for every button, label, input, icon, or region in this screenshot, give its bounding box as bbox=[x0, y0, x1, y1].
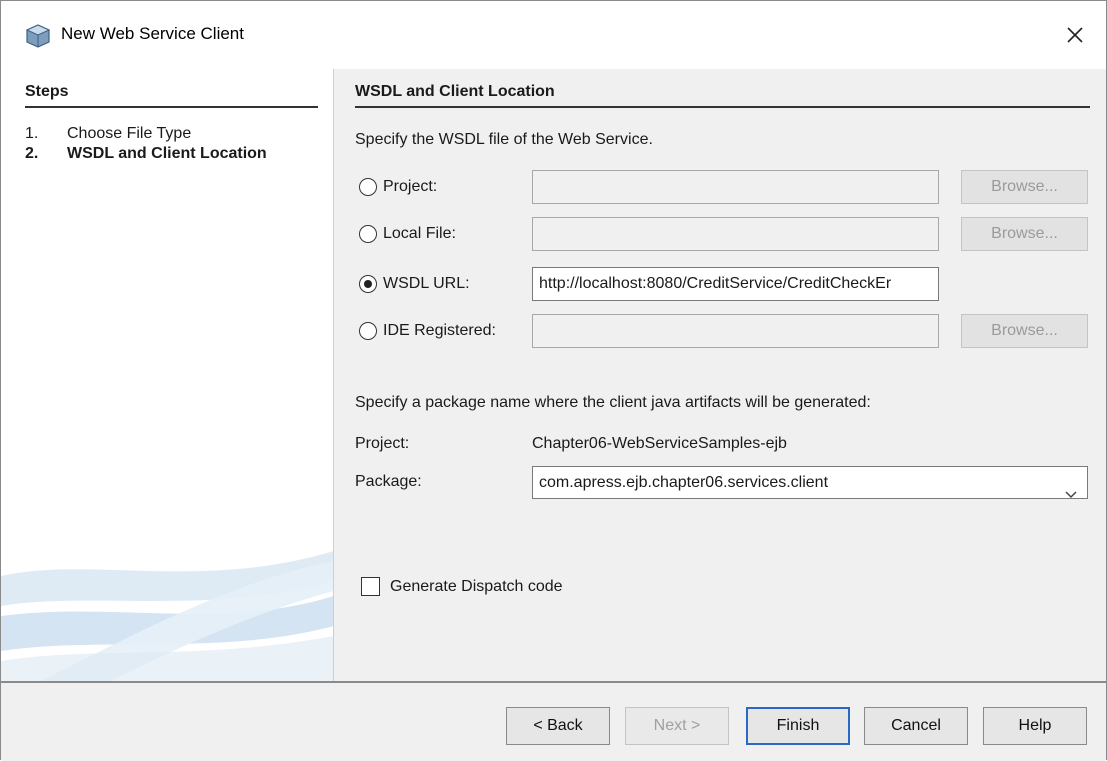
ide-registered-field bbox=[532, 314, 939, 348]
wsdl-description: Specify the WSDL file of the Web Service… bbox=[355, 131, 653, 148]
radio-button-selected[interactable] bbox=[359, 275, 377, 293]
wsdl-url-input[interactable]: http://localhost:8080/CreditService/Cred… bbox=[532, 267, 939, 301]
steps-list: 1. Choose File Type 2. WSDL and Client L… bbox=[25, 124, 267, 164]
decorative-swoosh-graphic bbox=[1, 551, 333, 681]
step-number: 2. bbox=[25, 145, 39, 162]
radio-button[interactable] bbox=[359, 322, 377, 340]
radio-dot-icon bbox=[364, 280, 372, 288]
radio-label: Project: bbox=[383, 178, 438, 195]
browse-project-button: Browse... bbox=[961, 170, 1088, 204]
netbeans-cube-icon bbox=[25, 23, 51, 49]
radio-button[interactable] bbox=[359, 178, 377, 196]
button-bar: < Back Next > Finish Cancel Help bbox=[1, 681, 1106, 761]
wizard-content: WSDL and Client Location Specify the WSD… bbox=[335, 69, 1106, 681]
steps-panel: Steps 1. Choose File Type 2. WSDL and Cl… bbox=[1, 69, 334, 681]
back-button[interactable]: < Back bbox=[506, 707, 610, 745]
dispatch-code-option[interactable]: Generate Dispatch code bbox=[361, 577, 563, 596]
cancel-button[interactable]: Cancel bbox=[864, 707, 968, 745]
close-icon bbox=[1067, 27, 1083, 43]
finish-button[interactable]: Finish bbox=[746, 707, 850, 745]
step-item-current: 2. WSDL and Client Location bbox=[25, 144, 267, 164]
radio-label: IDE Registered: bbox=[383, 322, 496, 339]
window-title: New Web Service Client bbox=[61, 24, 244, 43]
steps-heading: Steps bbox=[25, 83, 318, 108]
step-label: Choose File Type bbox=[67, 125, 192, 142]
radio-label: Local File: bbox=[383, 225, 456, 242]
browse-ide-registered-button: Browse... bbox=[961, 314, 1088, 348]
checkbox-label: Generate Dispatch code bbox=[390, 577, 563, 595]
radio-local-file[interactable]: Local File: bbox=[359, 217, 456, 251]
title-bar: New Web Service Client bbox=[1, 1, 1106, 69]
package-combobox[interactable]: com.apress.ejb.chapter06.services.client bbox=[532, 466, 1088, 499]
close-button[interactable] bbox=[1058, 19, 1092, 51]
radio-wsdl-url[interactable]: WSDL URL: bbox=[359, 267, 470, 301]
help-button[interactable]: Help bbox=[983, 707, 1087, 745]
dispatch-code-checkbox[interactable] bbox=[361, 577, 380, 596]
section-title: WSDL and Client Location bbox=[355, 83, 1090, 108]
project-label: Project: bbox=[355, 435, 410, 452]
package-label: Package: bbox=[355, 473, 422, 490]
radio-label: WSDL URL: bbox=[383, 275, 470, 292]
next-button: Next > bbox=[625, 707, 729, 745]
package-description: Specify a package name where the client … bbox=[355, 394, 871, 411]
step-item: 1. Choose File Type bbox=[25, 124, 267, 144]
dialog-window: New Web Service Client Steps 1. Choose F… bbox=[0, 0, 1107, 761]
package-value: com.apress.ejb.chapter06.services.client bbox=[539, 474, 829, 491]
project-name-value: Chapter06-WebServiceSamples-ejb bbox=[532, 435, 787, 452]
browse-local-file-button: Browse... bbox=[961, 217, 1088, 251]
project-field bbox=[532, 170, 939, 204]
radio-project[interactable]: Project: bbox=[359, 170, 437, 204]
radio-ide-registered[interactable]: IDE Registered: bbox=[359, 314, 496, 348]
step-number: 1. bbox=[25, 125, 39, 142]
local-file-field bbox=[532, 217, 939, 251]
step-label: WSDL and Client Location bbox=[67, 145, 267, 162]
radio-button[interactable] bbox=[359, 225, 377, 243]
chevron-down-icon[interactable] bbox=[1065, 479, 1077, 510]
